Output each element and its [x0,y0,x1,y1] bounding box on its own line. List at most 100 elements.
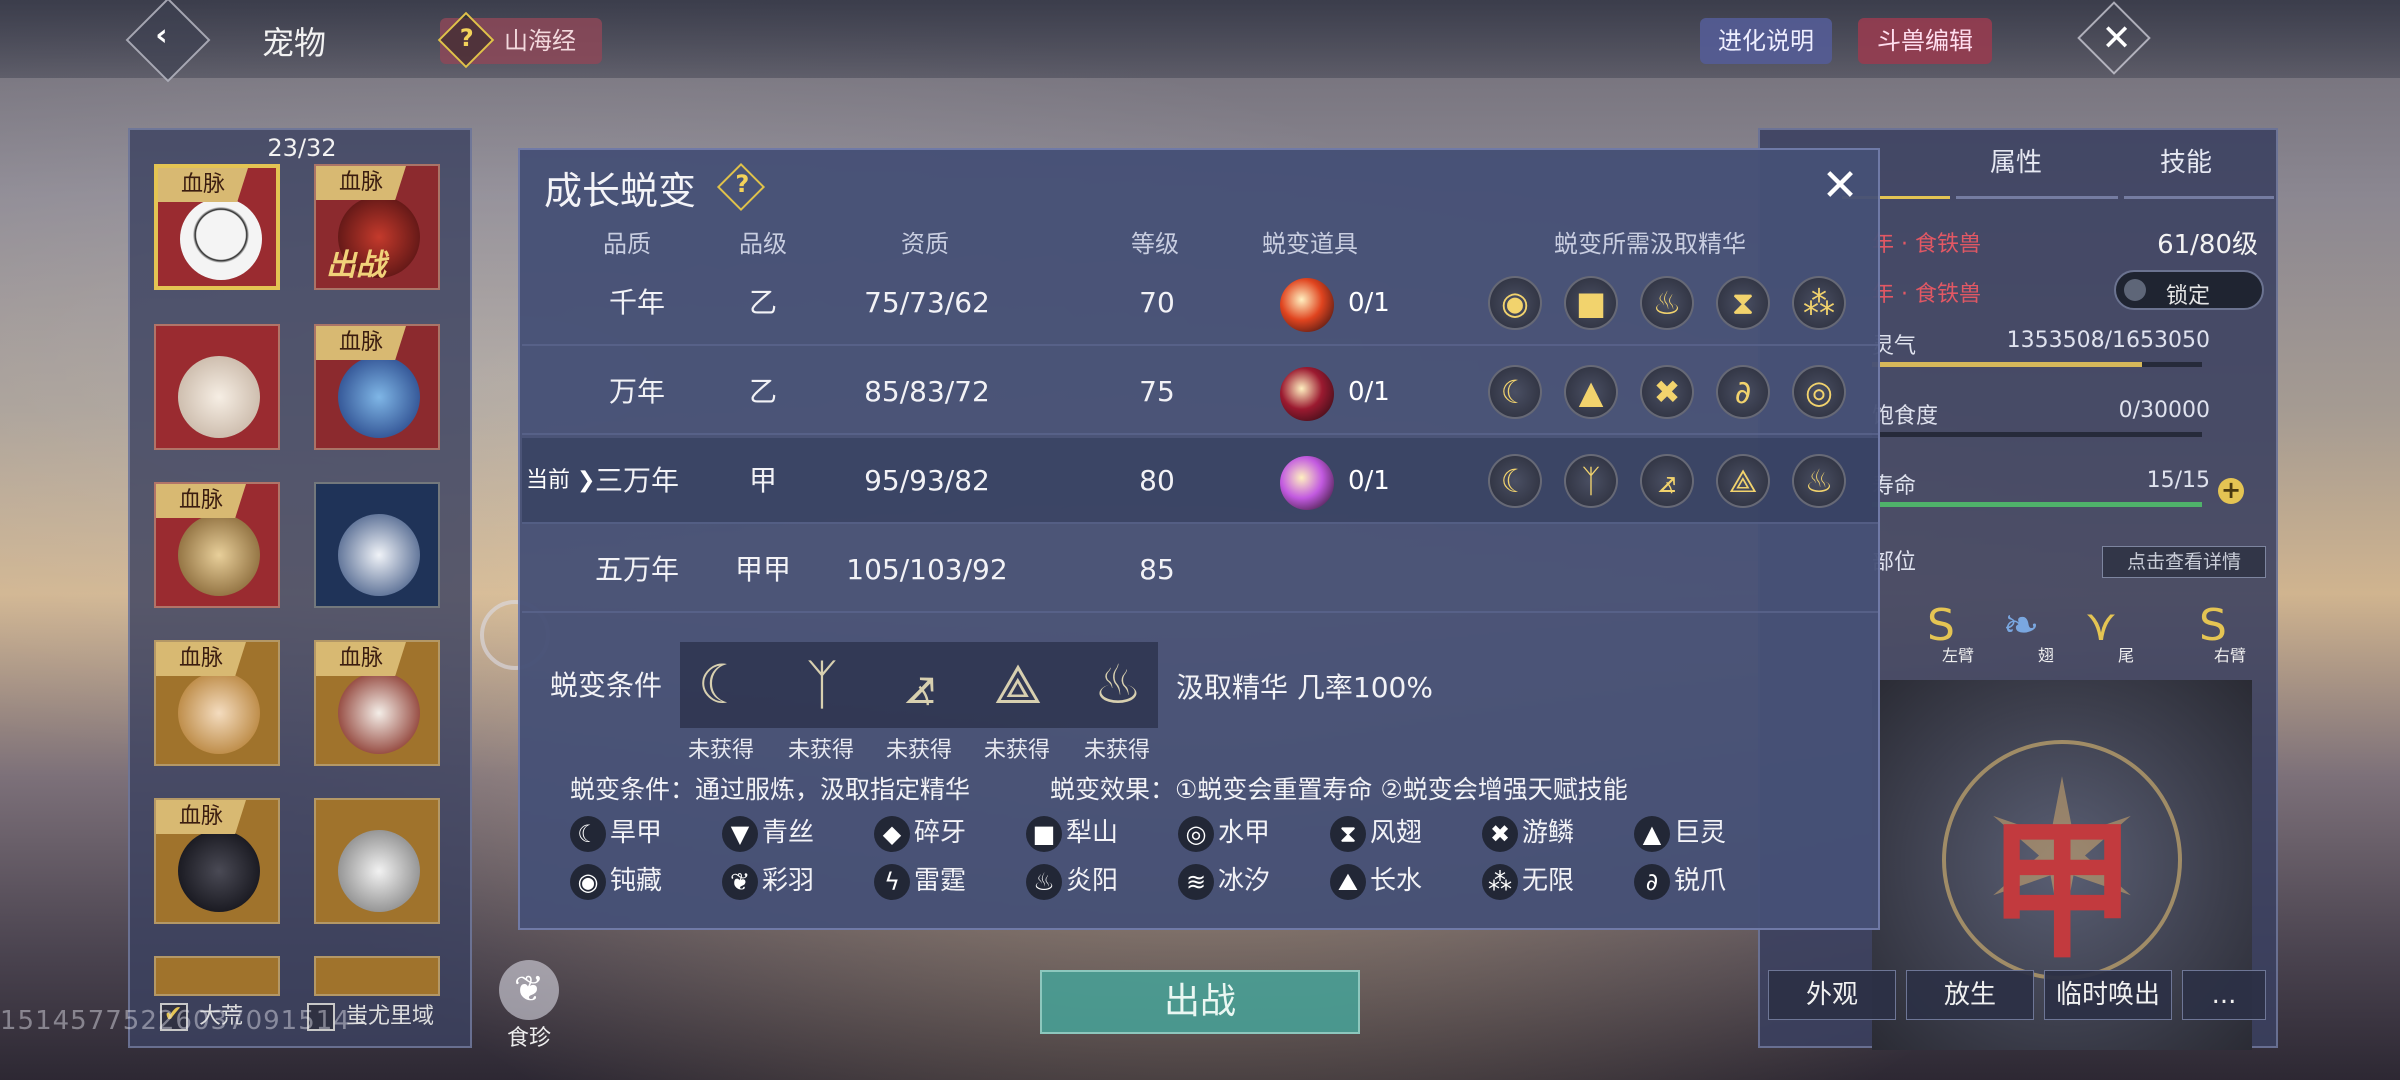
flame-essence-icon[interactable]: ♨ [1640,276,1694,330]
evolution-row: 万年 乙 85/83/72 75 0/1 ☾ ▲ ✖ ∂ ◎ [522,349,1878,435]
back-button[interactable]: ‹ [125,0,211,83]
legend-item: ✖ 游鳞 [1482,812,1574,852]
slash-essence-icon[interactable]: ∂ [1716,365,1770,419]
release-button[interactable]: 放生 [1906,970,2034,1020]
cross-essence-icon[interactable]: ✖ [1640,365,1694,419]
square-essence-icon[interactable]: ■ [1564,276,1618,330]
flame-essence-icon[interactable]: ♨ [1082,650,1154,722]
swirl-essence-icon[interactable]: ◎ [1792,365,1846,419]
claw-essence-icon[interactable]: ᛉ [1564,454,1618,508]
grade-cell: 甲甲 [734,553,791,586]
essence-icon: ◎ [1178,815,1214,852]
tab-attributes[interactable]: 属性 [1990,142,2042,179]
triangle-essence-icon[interactable]: ⟁ [982,650,1054,722]
stat-value-lifespan: 15/15 [2146,468,2210,493]
lock-toggle[interactable]: 锁定 [2114,270,2264,310]
evolution-item-icon[interactable] [1280,367,1334,421]
essence-icon: ☾ [570,815,606,852]
tab-underline [1956,196,2118,199]
pet-slot-fox-maiden[interactable]: 血脉 [154,640,280,766]
pet-slot-red-dragon[interactable]: 血脉 出战 [314,164,440,290]
hourglass-essence-icon[interactable]: ⧗ [1716,276,1770,330]
eye-essence-icon[interactable]: ◉ [1488,276,1542,330]
pet-slot-white-spirit[interactable] [314,482,440,608]
condition-status: 未获得 [787,738,854,763]
in-battle-badge: 出战 [326,248,386,283]
stat-label-satiety: 饱食度 [1872,404,1939,429]
flame-essence-icon[interactable]: ♨ [1792,454,1846,508]
condition-status: 未获得 [687,738,754,763]
white-lion-portrait [338,830,420,912]
legend-label: 风翅 [1370,818,1423,848]
legend-label: 旱甲 [610,818,663,848]
evolution-info-button[interactable]: 进化说明 [1700,18,1832,64]
legend-label: 游鳞 [1522,818,1575,848]
peak-essence-icon[interactable]: ▲ [1564,365,1618,419]
current-label: 当前 [526,468,571,493]
item-count: 0/1 [1348,466,1390,496]
dialog-close-button[interactable]: ✕ [1818,164,1862,208]
food-button[interactable]: ❦ 食珍 [494,960,564,1052]
seven-essence-icon[interactable]: ⦨ [884,650,956,722]
more-button[interactable]: ... [2182,970,2266,1020]
moon-essence-icon[interactable]: ☾ [1488,365,1542,419]
pet-slot-partial[interactable] [314,956,440,996]
legend-label: 彩羽 [762,866,815,896]
legend-label: 无限 [1522,866,1575,896]
tab-underline [2124,196,2274,199]
close-icon: ✕ [1821,160,1859,211]
legend-item: ⛰ 长水 [1330,860,1422,900]
back-arrow-icon: ‹ [155,18,168,54]
essence-icon: ⧗ [1330,815,1366,852]
legend-item: ♨ 炎阳 [1026,860,1118,900]
triangle-essence-icon[interactable]: ⟁ [1716,454,1770,508]
legend-label: 雷霆 [914,866,967,896]
evolution-item-icon[interactable] [1280,456,1334,510]
owl-beast-portrait [338,672,420,754]
pet-slot-golden-dragon[interactable]: 血脉 [154,482,280,608]
pet-slot-ice-dragon[interactable]: 血脉 [314,324,440,450]
wing-icon[interactable]: ❧ 翅 [1988,600,2054,666]
add-lifespan-icon[interactable]: + [2218,478,2244,504]
pet-slot-unicorn[interactable] [154,324,280,450]
level-cell: 75 [1139,375,1175,408]
essence-icon: ∂ [1634,863,1670,900]
summon-button[interactable]: 临时唤出 [2044,970,2172,1020]
lingqi-bar-fill [1872,362,2143,367]
view-details-button[interactable]: 点击查看详情 [2102,546,2266,578]
pet-slot-owl-beast[interactable]: 血脉 [314,640,440,766]
pet-slot-white-lion[interactable] [314,798,440,924]
beast-edit-button[interactable]: 斗兽编辑 [1858,18,1992,64]
pet-slot-partial[interactable] [154,956,280,996]
claw-essence-icon[interactable]: ᛉ [786,650,858,722]
close-button[interactable]: ✕ [2077,1,2151,75]
stat-value-lingqi: 1353508/1653050 [2006,328,2210,353]
legend-label: 碎牙 [914,818,967,848]
growth-evolution-dialog: 成长蜕变 ? ✕ 品质 品级 资质 等级 蜕变道具 蜕变所需汲取精华 千年乙 75… [518,148,1880,930]
bloodline-badge: 血脉 [316,642,406,676]
level-cell: 80 [1139,464,1175,497]
item-count: 0/1 [1348,288,1390,318]
header-level: 等级 [1131,230,1179,258]
pet-slot-black-dragon[interactable]: 血脉 [154,798,280,924]
essence-icon: ◉ [570,863,606,900]
left-arm-icon[interactable]: S 左臂 [1908,600,1974,666]
quality-cell: 千年 [608,286,665,319]
evolution-item-icon[interactable] [1280,278,1334,332]
pet-slot-panda[interactable]: 血脉 [154,164,280,290]
seven-essence-icon[interactable]: ⦨ [1640,454,1694,508]
tri-essence-icon[interactable]: ⁂ [1792,276,1846,330]
pet-list-panel: 23/32 血脉 血脉 出战 血脉 血脉 血脉 血脉 血脉 大荒 [128,128,472,1048]
tail-icon[interactable]: ⋎ 尾 [2068,600,2134,666]
condition-label: 蜕变条件 [550,669,663,702]
tab-skills[interactable]: 技能 [2160,142,2212,179]
appearance-button[interactable]: 外观 [1768,970,1896,1020]
condition-status: 未获得 [1083,738,1150,763]
moon-essence-icon[interactable]: ☾ [686,650,758,722]
essence-icon: ✖ [1482,815,1518,852]
right-arm-icon[interactable]: S 右臂 [2180,600,2246,666]
moon-essence-icon[interactable]: ☾ [1488,454,1542,508]
help-icon[interactable]: ? [716,162,766,212]
battle-button[interactable]: 出战 [1040,970,1360,1034]
aptitude-cell: 75/73/62 [864,286,990,319]
